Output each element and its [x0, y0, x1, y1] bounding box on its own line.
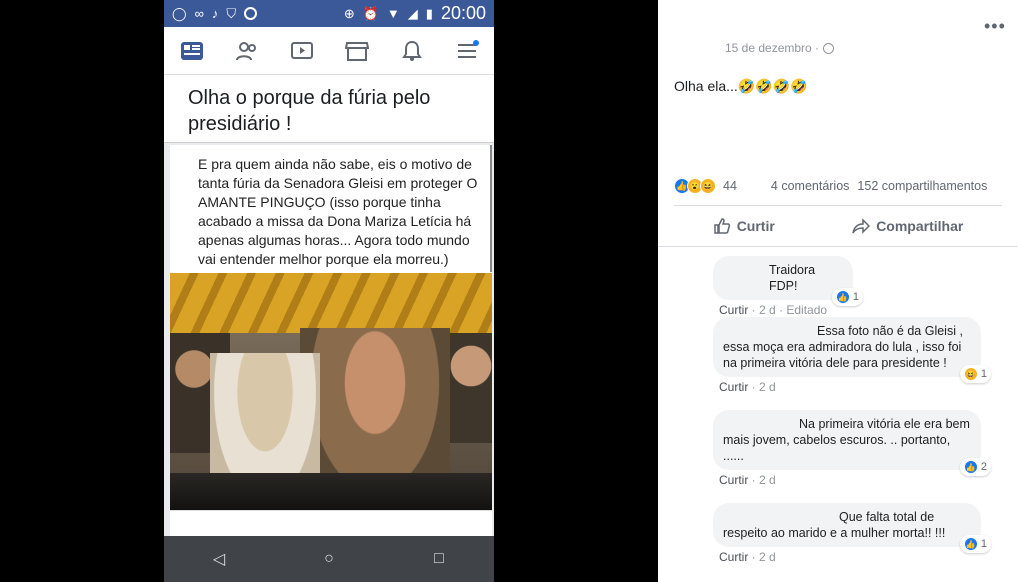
comment-reaction-count: 2: [980, 461, 987, 473]
comment-reactions[interactable]: 👍 1: [959, 535, 991, 553]
news-feed-icon: [179, 40, 205, 62]
shared-post-title: Olha o porque da fúria pelo presidiário …: [188, 87, 431, 135]
friends-icon: [234, 40, 260, 62]
marketplace-icon: [344, 40, 370, 62]
comment-like-link[interactable]: Curtir: [719, 380, 748, 394]
comment: Que falta total de respeito ao marido e …: [713, 503, 991, 564]
comment: Essa foto não é da Gleisi , essa moça er…: [713, 317, 991, 394]
facebook-mobile-nav: [164, 27, 494, 75]
comment-like-link[interactable]: Curtir: [719, 303, 748, 317]
comment-like-link[interactable]: Curtir: [719, 550, 748, 564]
haha-reaction-icon: 😆: [700, 178, 716, 194]
comment-meta: Curtir · 2 d · Editado: [719, 303, 828, 317]
comment-bubble: Essa foto não é da Gleisi , essa moça er…: [713, 317, 991, 383]
share-icon: [852, 218, 871, 234]
comment-text: Essa foto não é da Gleisi , essa moça er…: [723, 324, 963, 370]
back-icon: ◁: [212, 551, 226, 568]
comment-reactions[interactable]: 👍 1: [831, 288, 863, 306]
like-reaction-icon: 👍: [835, 290, 850, 304]
bell-icon: ♪: [211, 6, 219, 21]
share-button[interactable]: Compartilhar: [852, 217, 963, 235]
circle-icon: [244, 7, 258, 20]
whatsapp-icon: ◯: [172, 5, 187, 21]
comment-time[interactable]: 2 d: [759, 473, 776, 487]
comment-bubble: Que falta total de respeito ao marido e …: [713, 503, 991, 553]
photo-person-right: [450, 333, 492, 443]
reaction-count[interactable]: 44: [723, 179, 737, 193]
divider: [658, 246, 1018, 247]
like-label: Curtir: [736, 218, 775, 234]
comment-meta: Curtir · 2 d: [719, 550, 776, 564]
comment-text: Na primeira vitória ele era bem mais jov…: [723, 417, 970, 463]
android-nav-bar: ◁ ○ □: [164, 536, 494, 582]
shared-post-caption: E pra quem ainda não sabe, eis o motivo …: [170, 145, 492, 272]
post-actions: Curtir Compartilhar: [674, 206, 1002, 246]
haha-reaction-icon: 😆: [963, 367, 978, 381]
data-saver-icon: ⊕: [343, 5, 355, 21]
screenshot-root: ◯ ∞ ♪ ⛉ ⊕ ⏰ ▼ ◢ ▮ 20:00 Olha o porque da…: [0, 0, 1018, 582]
comment: Traidora FDP! 👍 1 Curtir · 2 d · Editado: [713, 256, 863, 317]
battery-icon: ▮: [425, 5, 433, 21]
notifications-icon: [399, 40, 425, 62]
recents-icon: □: [434, 550, 444, 567]
comment-time[interactable]: 2 d: [759, 303, 776, 317]
shared-post-body: E pra quem ainda não sabe, eis o motivo …: [170, 145, 492, 510]
comment-edited: · Editado: [779, 303, 828, 317]
phone-screenshot: ◯ ∞ ♪ ⛉ ⊕ ⏰ ▼ ◢ ▮ 20:00 Olha o porque da…: [164, 0, 494, 582]
comment: Na primeira vitória ele era bem mais jov…: [713, 410, 991, 487]
comment-like-link[interactable]: Curtir: [719, 473, 748, 487]
photo-car-roof: [170, 473, 492, 510]
more-options-icon[interactable]: •••: [984, 16, 1006, 37]
post-meta: 15 de dezembro ·: [725, 41, 835, 55]
comment-time[interactable]: 2 d: [759, 550, 776, 564]
comment-text: Traidora FDP!: [769, 263, 816, 293]
status-time: 20:00: [440, 3, 486, 23]
comment-meta: Curtir · 2 d: [719, 473, 776, 487]
menu-icon: [454, 39, 480, 62]
comment-reactions[interactable]: 👍 2: [959, 458, 991, 476]
notification-icons: ◯ ∞ ♪ ⛉: [172, 5, 258, 22]
comment-reaction-count: 1: [852, 291, 859, 303]
comment-reactions[interactable]: 😆 1: [959, 365, 991, 383]
comment-reaction-count: 1: [980, 538, 987, 550]
watch-icon: [289, 40, 315, 62]
post-date[interactable]: 15 de dezembro ·: [725, 41, 819, 55]
shield-icon: ⛉: [226, 5, 237, 21]
shared-post-photo: [170, 273, 492, 510]
home-icon: ○: [324, 550, 334, 567]
comment-meta: Curtir · 2 d: [719, 380, 776, 394]
photo-awning: [170, 273, 492, 333]
post-footer-peek: [170, 510, 492, 536]
post-detail-panel: ••• 15 de dezembro · Olha ela...🤣🤣🤣🤣 👍 😮…: [658, 0, 1018, 582]
comment-bubble: Traidora FDP! 👍 1: [713, 256, 863, 306]
share-label: Compartilhar: [876, 218, 964, 234]
comment-text: Que falta total de respeito ao marido e …: [723, 510, 946, 540]
voicemail-icon: ∞: [194, 6, 204, 21]
shares-count[interactable]: 152 compartilhamentos: [857, 179, 987, 193]
wifi-icon: ▼: [386, 6, 400, 21]
globe-icon: [823, 42, 835, 54]
alarm-icon: ⏰: [362, 5, 379, 21]
post-text: Olha ela...🤣🤣🤣🤣: [674, 78, 808, 94]
comments-count[interactable]: 4 comentários: [771, 179, 850, 193]
android-status-bar: ◯ ∞ ♪ ⛉ ⊕ ⏰ ▼ ◢ ▮ 20:00: [164, 0, 494, 27]
system-icons: ⊕ ⏰ ▼ ◢ ▮ 20:00: [344, 3, 486, 24]
comment-reaction-count: 1: [980, 368, 987, 380]
reactions-bar: 👍 😮 😆 44 4 comentários 152 compartilhame…: [674, 178, 1002, 194]
signal-icon: ◢: [407, 5, 418, 21]
shared-post-title-box: Olha o porque da fúria pelo presidiário …: [164, 75, 494, 143]
thumbs-up-icon: [713, 218, 730, 234]
comment-bubble: Na primeira vitória ele era bem mais jov…: [713, 410, 991, 476]
like-reaction-icon: 👍: [963, 460, 978, 474]
like-button[interactable]: Curtir: [713, 217, 775, 235]
like-reaction-icon: 👍: [963, 537, 978, 551]
comment-time[interactable]: 2 d: [759, 380, 776, 394]
